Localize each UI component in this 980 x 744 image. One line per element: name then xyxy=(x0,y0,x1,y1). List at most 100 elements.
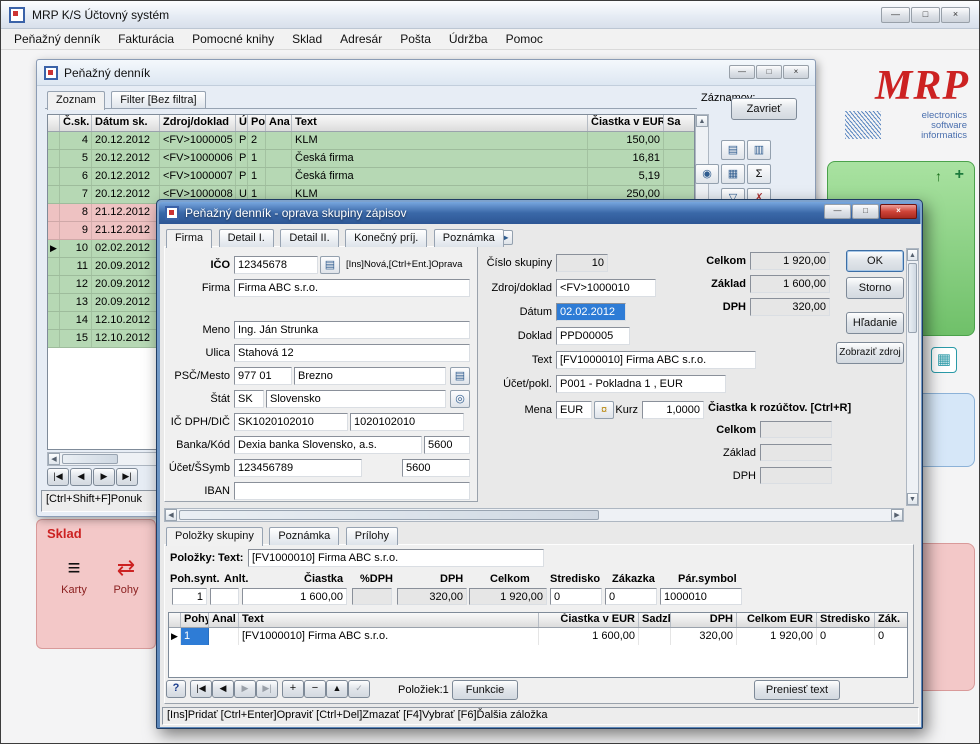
minimize-icon[interactable]: — xyxy=(881,7,910,23)
first-record-icon[interactable]: |◀ xyxy=(47,468,69,486)
doklad-field[interactable]: PPD00005 xyxy=(556,327,630,345)
tab-prilohy[interactable]: Prílohy xyxy=(346,527,398,545)
preniest-text-button[interactable]: Preniesť text xyxy=(754,680,840,700)
close-journal-button[interactable]: Zavrieť xyxy=(731,98,797,120)
tab-detail1[interactable]: Detail I. xyxy=(219,229,274,247)
tab-poznamka[interactable]: Poznámka xyxy=(434,229,504,247)
dialog-vscrollbar[interactable]: ▲ ▼ xyxy=(906,248,919,506)
prev-record-icon[interactable]: ◀ xyxy=(70,468,92,486)
scroll-right-icon[interactable]: ▶ xyxy=(891,509,903,521)
anlt-field[interactable] xyxy=(210,588,239,605)
tab-filter[interactable]: Filter [Bez filtra] xyxy=(111,91,205,109)
menu-udrzba[interactable]: Údržba xyxy=(440,30,497,48)
bank-kod-field[interactable]: 5600 xyxy=(424,436,470,454)
ciastka-field[interactable]: 1 600,00 xyxy=(242,588,347,605)
stat-code-field[interactable]: SK xyxy=(234,390,264,408)
tab-konecny-prij[interactable]: Konečný príj. xyxy=(345,229,427,247)
close-icon[interactable]: × xyxy=(783,65,809,79)
sklad-karty-button[interactable]: ≡ Karty xyxy=(51,556,97,598)
scroll-up-icon[interactable]: ▲ xyxy=(907,249,918,261)
banka-field[interactable]: Dexia banka Slovensko, a.s. xyxy=(234,436,422,454)
menu-pomocne-knihy[interactable]: Pomocné knihy xyxy=(183,30,283,48)
storno-button[interactable]: Storno xyxy=(846,277,904,299)
scroll-thumb[interactable] xyxy=(62,454,118,464)
scroll-left-icon[interactable]: ◀ xyxy=(165,509,177,521)
tab-detail2[interactable]: Detail II. xyxy=(280,229,338,247)
minimize-icon[interactable]: — xyxy=(824,204,851,219)
zdroj-doklad-field[interactable]: <FV>1000010 xyxy=(556,279,656,297)
ssymb-field[interactable]: 5600 xyxy=(402,459,470,477)
address-icon[interactable]: ◉ xyxy=(695,164,719,184)
ico-field[interactable]: 12345678 xyxy=(234,256,318,274)
hladanie-button[interactable]: Hľadanie xyxy=(846,312,904,334)
mesto-field[interactable]: Brezno xyxy=(294,367,446,385)
journal-titlebar[interactable]: Peňažný denník xyxy=(37,60,815,86)
tab-firma[interactable]: Firma xyxy=(166,229,212,248)
delete-item-icon[interactable]: − xyxy=(304,680,326,698)
sum-icon[interactable]: Σ xyxy=(747,164,771,184)
edit-item-icon[interactable]: ▲ xyxy=(326,680,348,698)
datum-field[interactable]: 02.02.2012 xyxy=(556,303,626,321)
kurz-field[interactable]: 1,0000 xyxy=(642,401,704,419)
dic-field[interactable]: 1020102010 xyxy=(350,413,464,431)
zakazka-field[interactable]: 0 xyxy=(605,588,657,605)
first-item-icon[interactable]: |◀ xyxy=(190,680,212,698)
stat-name-field[interactable]: Slovensko xyxy=(266,390,446,408)
mena-field[interactable]: EUR xyxy=(556,401,592,419)
maximize-icon[interactable]: □ xyxy=(852,204,879,219)
tab-polozky-skupiny[interactable]: Položky skupiny xyxy=(166,527,263,546)
next-item-icon[interactable]: ▶ xyxy=(234,680,256,698)
address-book-icon[interactable]: ▤ xyxy=(320,256,340,274)
table-row[interactable]: 520.12.2012<FV>1000006P1Česká firma16,81 xyxy=(48,150,694,168)
add-item-icon[interactable]: + xyxy=(282,680,304,698)
meno-field[interactable]: Ing. Ján Strunka xyxy=(234,321,470,339)
tab-zoznam[interactable]: Zoznam xyxy=(47,91,105,110)
ulica-field[interactable]: Stahová 12 xyxy=(234,344,470,362)
prev-item-icon[interactable]: ◀ xyxy=(212,680,234,698)
scroll-up-icon[interactable]: ▲ xyxy=(696,115,708,127)
print-icon[interactable]: ▤ xyxy=(721,140,745,160)
menu-penazny-dennik[interactable]: Peňažný denník xyxy=(5,30,109,48)
table-row[interactable]: ▶1[FV1000010] Firma ABC s.r.o.1 600,0032… xyxy=(169,628,907,645)
ok-button[interactable]: OK xyxy=(846,250,904,272)
menu-sklad[interactable]: Sklad xyxy=(283,30,331,48)
minimize-icon[interactable]: — xyxy=(729,65,755,79)
psc-field[interactable]: 977 01 xyxy=(234,367,292,385)
scroll-down-icon[interactable]: ▼ xyxy=(907,493,918,505)
preview-icon[interactable]: ▥ xyxy=(747,140,771,160)
maximize-icon[interactable]: □ xyxy=(911,7,940,23)
stredisko-field[interactable]: 0 xyxy=(550,588,602,605)
funkcie-button[interactable]: Funkcie xyxy=(452,680,518,700)
last-record-icon[interactable]: ▶| xyxy=(116,468,138,486)
poh-synt-field[interactable]: 1 xyxy=(172,588,207,605)
zobrazit-zdroj-button[interactable]: Zobraziť zdroj xyxy=(836,342,904,364)
close-icon[interactable]: × xyxy=(880,204,917,219)
icdph-field[interactable]: SK1020102010 xyxy=(234,413,348,431)
items-grid[interactable]: PohyAnalTextČiastka v EURSadzbDPHCelkom … xyxy=(168,612,908,678)
close-icon[interactable]: × xyxy=(941,7,970,23)
table-row[interactable]: 420.12.2012<FV>1000005P2KLM150,00 xyxy=(48,132,694,150)
table-row[interactable]: 620.12.2012<FV>1000007P1Česká firma5,19 xyxy=(48,168,694,186)
par-symbol-field[interactable]: 1000010 xyxy=(660,588,742,605)
ucet-pokl-field[interactable]: P001 - Pokladna 1 , EUR xyxy=(556,375,726,393)
scroll-thumb[interactable] xyxy=(908,263,917,333)
dialog-hscrollbar[interactable]: ◀ ▶ xyxy=(164,508,904,522)
sklad-pohyby-button[interactable]: ⇄ Pohy xyxy=(103,556,149,598)
next-record-icon[interactable]: ▶ xyxy=(93,468,115,486)
firma-field[interactable]: Firma ABC s.r.o. xyxy=(234,279,470,297)
menu-posta[interactable]: Pošta xyxy=(391,30,440,48)
maximize-icon[interactable]: □ xyxy=(756,65,782,79)
iban-field[interactable] xyxy=(234,482,470,500)
menu-adresar[interactable]: Adresár xyxy=(331,30,391,48)
ucet-field[interactable]: 123456789 xyxy=(234,459,362,477)
text-field[interactable]: [FV1000010] Firma ABC s.r.o. xyxy=(556,351,756,369)
polozky-text-field[interactable]: [FV1000010] Firma ABC s.r.o. xyxy=(248,549,544,567)
dialog-titlebar[interactable]: Peňažný denník - oprava skupiny zápisov xyxy=(159,202,920,224)
last-item-icon[interactable]: ▶| xyxy=(256,680,278,698)
menu-fakturacia[interactable]: Fakturácia xyxy=(109,30,183,48)
scroll-left-icon[interactable]: ◀ xyxy=(48,453,60,465)
confirm-item-icon[interactable]: ✓ xyxy=(348,680,370,698)
scroll-thumb[interactable] xyxy=(179,510,599,520)
tab-poznamka-bottom[interactable]: Poznámka xyxy=(269,527,339,545)
menu-pomoc[interactable]: Pomoc xyxy=(497,30,552,48)
